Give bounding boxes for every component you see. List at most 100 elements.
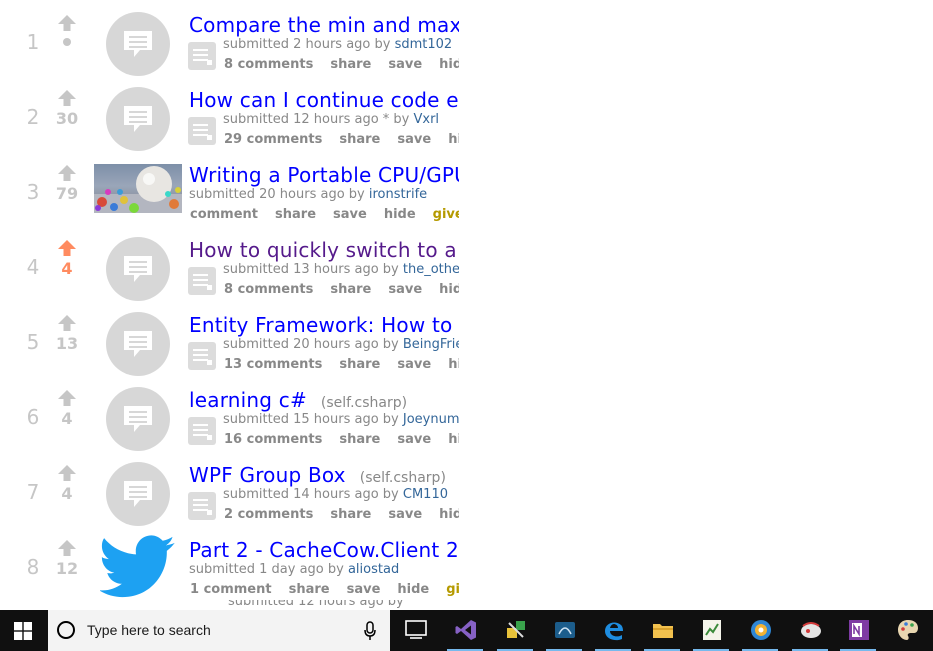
save-button[interactable]: save: [397, 357, 431, 372]
render-thumbnail-image[interactable]: [94, 164, 182, 213]
expando-button[interactable]: [188, 42, 216, 70]
comments-link[interactable]: 1 comment: [190, 582, 272, 597]
share-button[interactable]: share: [330, 57, 371, 72]
taskbar-app-tools[interactable]: [491, 610, 539, 651]
self-post-thumbnail[interactable]: [106, 12, 170, 76]
post-title-link[interactable]: How to quickly switch to a: [189, 238, 457, 262]
post-domain[interactable]: (self.csharp): [321, 395, 407, 411]
post-tagline: submitted 2 hours ago by sdmt102: [223, 37, 452, 52]
hide-button[interactable]: hide: [384, 207, 416, 222]
share-button[interactable]: share: [330, 282, 371, 297]
upvote-arrow-icon[interactable]: [57, 164, 77, 182]
taskbar-app-task-view[interactable]: [391, 610, 439, 651]
post-title-link[interactable]: learning c# (self.csharp): [189, 388, 407, 412]
post-domain[interactable]: (self.csharp): [360, 470, 446, 486]
author-link[interactable]: ironstrife: [369, 187, 427, 202]
text-expand-icon: [193, 499, 212, 515]
post-title-link[interactable]: How can I continue code ex: [189, 88, 459, 112]
taskbar-app-browser-app[interactable]: [736, 610, 784, 651]
post-title-text: Entity Framework: How to: [189, 313, 453, 337]
hide-button[interactable]: hide: [397, 582, 429, 597]
share-button[interactable]: share: [339, 432, 380, 447]
author-link[interactable]: Vxrl: [414, 112, 440, 127]
give-gold-button[interactable]: give go: [433, 207, 459, 222]
post-title-link[interactable]: Compare the min and max: [189, 13, 459, 37]
save-button[interactable]: save: [397, 432, 431, 447]
author-link[interactable]: aliostad: [348, 562, 399, 577]
share-button[interactable]: share: [275, 207, 316, 222]
author-link[interactable]: BeingFrie: [403, 337, 459, 352]
self-post-thumbnail[interactable]: [106, 462, 170, 526]
microphone-icon[interactable]: [364, 621, 376, 641]
cortana-icon: [57, 621, 75, 639]
taskbar-app-visual-studio[interactable]: [441, 610, 489, 651]
hide-button[interactable]: hide: [439, 282, 459, 297]
upvote-arrow-icon[interactable]: [57, 464, 77, 482]
expando-button[interactable]: [188, 117, 216, 145]
share-button[interactable]: share: [330, 507, 371, 522]
self-post-thumbnail[interactable]: [106, 237, 170, 301]
taskbar-search-box[interactable]: Type here to search: [48, 610, 390, 651]
taskbar-app-paint-app[interactable]: [786, 610, 834, 651]
author-link[interactable]: sdmt102: [395, 37, 453, 52]
expando-button[interactable]: [188, 267, 216, 295]
post-title-link[interactable]: Writing a Portable CPU/GPU: [189, 163, 459, 187]
upvote-arrow-icon[interactable]: [57, 539, 77, 557]
post-title-link[interactable]: Part 2 - CacheCow.Client 2: [189, 538, 459, 562]
save-button[interactable]: save: [347, 582, 381, 597]
expando-button[interactable]: [188, 417, 216, 445]
post-title-link[interactable]: WPF Group Box (self.csharp): [189, 463, 446, 487]
comments-link[interactable]: 29 comments: [224, 132, 322, 147]
comments-link[interactable]: 13 comments: [224, 357, 322, 372]
share-button[interactable]: share: [339, 357, 380, 372]
comments-link[interactable]: comment: [190, 207, 258, 222]
hide-button[interactable]: hide: [439, 507, 459, 522]
author-link[interactable]: CM110: [403, 487, 448, 502]
hide-button[interactable]: hide: [439, 57, 459, 72]
author-link[interactable]: Joeynum: [403, 412, 459, 427]
post-buttons: 2 comments share save hide: [224, 507, 459, 522]
taskbar-app-file-explorer[interactable]: [638, 610, 686, 651]
upvote-arrow-icon[interactable]: [57, 389, 77, 407]
author-link[interactable]: the_other: [403, 262, 459, 277]
post-score: 12: [55, 559, 79, 578]
self-post-thumbnail[interactable]: [106, 387, 170, 451]
taskbar-app-onenote[interactable]: [834, 610, 882, 651]
post-title-link[interactable]: Entity Framework: How to: [189, 313, 452, 337]
taskbar-app-edge[interactable]: [589, 610, 637, 651]
start-button[interactable]: [0, 610, 46, 651]
taskbar-app-sql-tool[interactable]: [540, 610, 588, 651]
upvote-arrow-icon[interactable]: [57, 314, 77, 332]
submitted-time: submitted 14 hours ago by: [223, 487, 399, 502]
submitted-time: submitted 1 day ago by: [189, 562, 344, 577]
comments-link[interactable]: 8 comments: [224, 57, 313, 72]
hide-button[interactable]: hide: [448, 432, 459, 447]
expando-button[interactable]: [188, 342, 216, 370]
self-post-thumbnail[interactable]: [106, 87, 170, 151]
hide-button[interactable]: hide: [448, 132, 459, 147]
comments-link[interactable]: 2 comments: [224, 507, 313, 522]
share-button[interactable]: share: [289, 582, 330, 597]
save-button[interactable]: save: [388, 507, 422, 522]
taskbar-app-project-app[interactable]: [687, 610, 735, 651]
expando-button[interactable]: [188, 492, 216, 520]
post-title-text: WPF Group Box: [189, 463, 346, 487]
save-button[interactable]: save: [397, 132, 431, 147]
post-title-text: learning c#: [189, 388, 307, 412]
taskbar-app-paint-palette[interactable]: [883, 610, 931, 651]
post-score: 30: [55, 109, 79, 128]
save-button[interactable]: save: [333, 207, 367, 222]
twitter-bird-icon[interactable]: [98, 535, 176, 599]
comments-link[interactable]: 16 comments: [224, 432, 322, 447]
save-button[interactable]: save: [388, 57, 422, 72]
speech-bubble-icon: [124, 31, 152, 57]
upvote-arrow-icon[interactable]: [57, 14, 77, 32]
upvote-arrow-icon[interactable]: [57, 239, 77, 257]
comments-link[interactable]: 8 comments: [224, 282, 313, 297]
share-button[interactable]: share: [339, 132, 380, 147]
self-post-thumbnail[interactable]: [106, 312, 170, 376]
save-button[interactable]: save: [388, 282, 422, 297]
give-gold-button[interactable]: give g: [446, 582, 459, 597]
upvote-arrow-icon[interactable]: [57, 89, 77, 107]
hide-button[interactable]: hide: [448, 357, 459, 372]
